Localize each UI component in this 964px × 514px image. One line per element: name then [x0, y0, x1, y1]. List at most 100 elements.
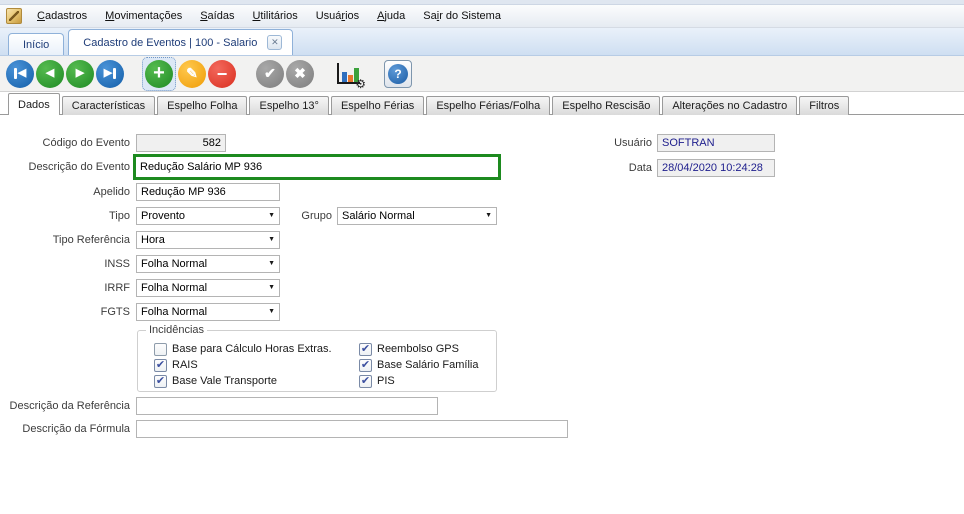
- add-button-focus-ring: +: [142, 56, 176, 91]
- grupo-label: Grupo: [301, 210, 332, 222]
- descricao-da-formula-label: Descrição da Fórmula: [22, 423, 130, 435]
- plus-icon: +: [153, 61, 165, 84]
- confirm-button[interactable]: ✔: [256, 59, 284, 88]
- chevron-down-icon: ▼: [485, 212, 492, 219]
- menu-movimentacoes[interactable]: Movimentações: [96, 7, 191, 25]
- record-toolbar: ◀ ◀ ▶ ▶ + ✎ − ✔ ✖ ⚙ ?: [0, 56, 964, 92]
- tipo-label: Tipo: [109, 210, 130, 222]
- tab-cadastro-label: Cadastro de Eventos | 100 - Salario: [83, 36, 258, 49]
- tab-inicio[interactable]: Início: [8, 33, 65, 55]
- tab-espelho-ferias[interactable]: Espelho Férias: [330, 96, 425, 115]
- descricao-da-referencia-input[interactable]: [136, 397, 438, 415]
- data-label: Data: [628, 162, 652, 174]
- checkbox-rais[interactable]: ✔ RAIS: [154, 358, 198, 372]
- help-icon: ?: [388, 63, 408, 84]
- menu-usuarios[interactable]: Usuários: [307, 7, 368, 25]
- check-icon: ✔: [264, 65, 276, 81]
- dados-form: Código do Evento 582 Descrição do Evento…: [0, 115, 964, 514]
- document-tab-bar: Início Cadastro de Eventos | 100 - Salar…: [0, 28, 964, 56]
- fgts-label: FGTS: [100, 306, 130, 318]
- chevron-down-icon: ▼: [268, 284, 275, 291]
- page-tab-strip: Dados Características Espelho Folha Espe…: [0, 92, 964, 115]
- tab-cadastro-de-eventos[interactable]: Cadastro de Eventos | 100 - Salario ✕: [68, 29, 294, 55]
- descricao-da-referencia-label: Descrição da Referência: [9, 400, 130, 412]
- usuario-label: Usuário: [614, 137, 652, 149]
- last-triangle-icon: ▶: [103, 67, 113, 79]
- tab-dados[interactable]: Dados: [8, 93, 60, 115]
- chevron-down-icon: ▼: [268, 212, 275, 219]
- apelido-input[interactable]: [136, 183, 280, 201]
- descricao-do-evento-label: Descrição do Evento: [28, 161, 131, 173]
- usuario-field: SOFTRAN: [657, 134, 775, 152]
- incidencias-legend: Incidências: [146, 324, 208, 336]
- menu-ajuda[interactable]: Ajuda: [368, 7, 414, 25]
- tab-espelho-ferias-folha[interactable]: Espelho Férias/Folha: [426, 96, 551, 115]
- next-record-button[interactable]: ▶: [66, 59, 94, 88]
- tipo-referencia-label: Tipo Referência: [52, 234, 130, 246]
- descricao-do-evento-input[interactable]: [136, 157, 498, 177]
- pencil-icon: ✎: [186, 65, 198, 81]
- checkbox-base-horas-extras[interactable]: ✔ Base para Cálculo Horas Extras.: [154, 342, 332, 356]
- descricao-do-evento-focus-border: [133, 154, 501, 180]
- chevron-down-icon: ▼: [268, 260, 275, 267]
- cross-icon: ✖: [294, 65, 306, 81]
- cancel-button[interactable]: ✖: [286, 59, 314, 88]
- menu-saidas[interactable]: Saídas: [191, 7, 243, 25]
- first-bar-icon: [13, 68, 17, 79]
- tab-espelho-rescisao[interactable]: Espelho Rescisão: [552, 96, 661, 115]
- chart-bar-icon: [348, 74, 353, 82]
- chart-axis-icon: [337, 62, 339, 84]
- checkbox-base-vale-transporte[interactable]: ✔ Base Vale Transporte: [154, 374, 277, 388]
- chart-bar-icon: [342, 71, 347, 82]
- tipo-dropdown[interactable]: Provento ▼: [136, 207, 280, 225]
- incidencias-groupbox: Incidências ✔ Base para Cálculo Horas Ex…: [137, 324, 497, 392]
- data-field: 28/04/2020 10:24:28: [657, 159, 775, 177]
- apelido-label: Apelido: [93, 186, 130, 198]
- last-record-button[interactable]: ▶: [96, 59, 124, 88]
- checkbox-reembolso-gps[interactable]: ✔ Reembolso GPS: [359, 342, 459, 356]
- inss-dropdown[interactable]: Folha Normal ▼: [136, 255, 280, 273]
- descricao-da-formula-input[interactable]: [136, 420, 568, 438]
- fgts-dropdown[interactable]: Folha Normal ▼: [136, 303, 280, 321]
- delete-record-button[interactable]: −: [208, 59, 236, 88]
- checkbox-icon: ✔: [359, 342, 372, 356]
- tab-caracteristicas[interactable]: Características: [61, 96, 156, 115]
- tab-close-icon[interactable]: ✕: [267, 35, 283, 50]
- first-triangle-icon: ◀: [17, 67, 27, 79]
- tipo-referencia-dropdown[interactable]: Hora ▼: [136, 231, 280, 249]
- tab-filtros[interactable]: Filtros: [799, 96, 850, 115]
- previous-record-button[interactable]: ◀: [36, 59, 64, 88]
- checkbox-pis[interactable]: ✔ PIS: [359, 374, 395, 388]
- inss-label: INSS: [104, 258, 130, 270]
- irrf-dropdown[interactable]: Folha Normal ▼: [136, 279, 280, 297]
- last-bar-icon: [113, 68, 117, 79]
- report-chart-button[interactable]: ⚙: [334, 60, 366, 91]
- tab-alteracoes-no-cadastro[interactable]: Alterações no Cadastro: [662, 96, 798, 115]
- checkbox-icon: ✔: [154, 374, 167, 388]
- codigo-do-evento-label: Código do Evento: [42, 137, 130, 149]
- menu-cadastros[interactable]: Cadastros: [28, 7, 96, 25]
- tab-espelho-13[interactable]: Espelho 13°: [249, 96, 329, 115]
- menu-sair-do-sistema[interactable]: Sair do Sistema: [414, 7, 510, 25]
- chevron-down-icon: ▼: [268, 236, 275, 243]
- edit-record-button[interactable]: ✎: [178, 59, 206, 88]
- app-icon: [6, 8, 22, 24]
- help-button[interactable]: ?: [384, 59, 412, 88]
- add-record-button[interactable]: +: [145, 59, 173, 88]
- tab-espelho-folha[interactable]: Espelho Folha: [157, 96, 248, 115]
- irrf-label: IRRF: [104, 282, 130, 294]
- next-icon: ▶: [75, 67, 85, 79]
- checkbox-icon: ✔: [359, 358, 372, 372]
- grupo-dropdown[interactable]: Salário Normal ▼: [337, 207, 497, 225]
- previous-icon: ◀: [45, 67, 55, 79]
- checkbox-icon: ✔: [359, 374, 372, 388]
- first-record-button[interactable]: ◀: [6, 59, 34, 88]
- minus-icon: −: [216, 63, 228, 84]
- checkbox-base-salario-familia[interactable]: ✔ Base Salário Família: [359, 358, 479, 372]
- menu-utilitarios[interactable]: Utilitários: [243, 7, 306, 25]
- checkbox-icon: ✔: [154, 358, 167, 372]
- menu-bar: Cadastros Movimentações Saídas Utilitári…: [0, 5, 964, 28]
- chevron-down-icon: ▼: [268, 308, 275, 315]
- codigo-do-evento-field: 582: [136, 134, 226, 152]
- tab-inicio-label: Início: [23, 38, 50, 51]
